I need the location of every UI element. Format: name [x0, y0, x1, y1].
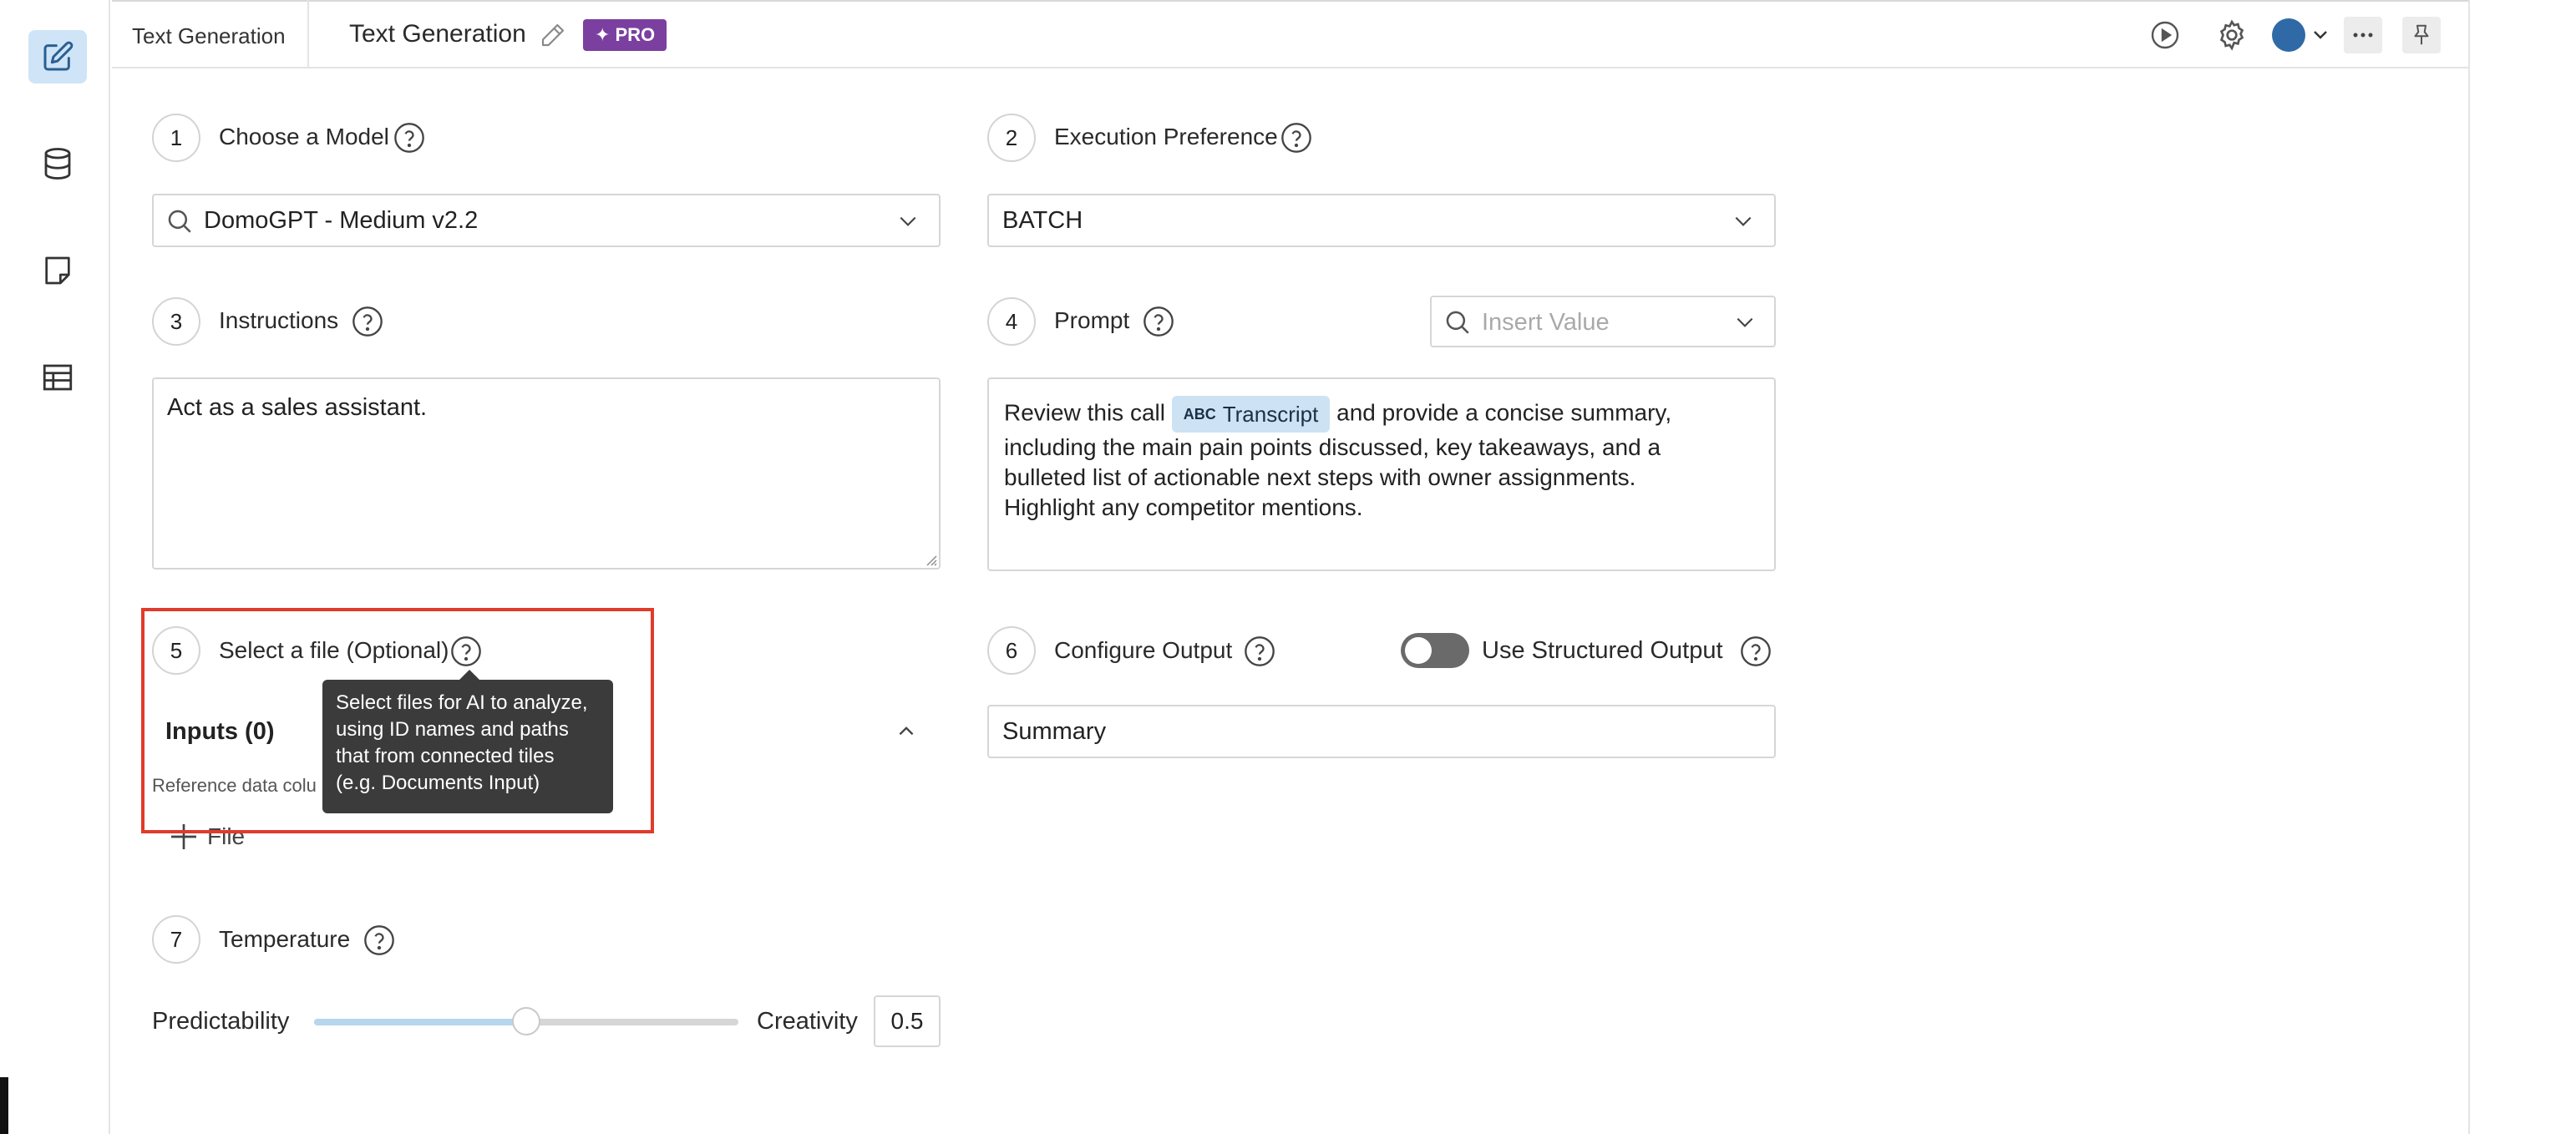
model-select-value: DomoGPT - Medium v2.2: [204, 207, 479, 234]
file-label: Select a file (Optional): [219, 637, 449, 663]
step-7-badge: 7: [152, 915, 200, 964]
prompt-line-1: Review this call ABC Transcript and provi…: [1004, 396, 1764, 433]
temperature-value-input[interactable]: 0.5: [874, 995, 941, 1047]
pin-button[interactable]: [2402, 17, 2441, 53]
toggle-knob: [1405, 637, 1432, 664]
tooltip-arrow: [459, 670, 479, 680]
prompt-line-2: including the main pain points discussed…: [1004, 434, 1661, 460]
insert-value-select[interactable]: Insert Value: [1430, 296, 1776, 347]
sidebar-item-notes[interactable]: [28, 244, 87, 297]
help-icon[interactable]: [363, 924, 396, 957]
prompt-textarea[interactable]: Review this call ABC Transcript and provi…: [987, 377, 1776, 571]
more-icon: [2353, 33, 2373, 38]
table-icon: [43, 364, 73, 391]
pencil-icon[interactable]: [540, 22, 566, 48]
help-icon[interactable]: [351, 305, 384, 338]
note-icon: [45, 256, 70, 285]
step-2-badge: 2: [987, 114, 1036, 162]
sparkle-icon: ✦: [595, 24, 611, 45]
chevron-down-icon: [1735, 216, 1752, 226]
reference-text: Reference data colu: [152, 775, 317, 796]
prompt-content: Review this call ABC Transcript and provi…: [1004, 396, 1764, 523]
step-4-badge: 4: [987, 297, 1036, 346]
creativity-label: Creativity: [757, 1008, 858, 1035]
plus-icon: [171, 824, 196, 849]
structured-output-label: Use Structured Output: [1482, 637, 1723, 664]
chevron-down-icon[interactable]: [2309, 25, 2332, 45]
file-tooltip: Select files for AI to analyze, using ID…: [322, 680, 613, 813]
step-6-badge: 6: [987, 626, 1036, 675]
help-icon[interactable]: [1739, 635, 1772, 668]
help-icon[interactable]: [1243, 635, 1276, 668]
temperature-slider-fill: [314, 1019, 526, 1025]
edit-icon: [43, 41, 74, 71]
page-title[interactable]: Text Generation: [349, 20, 526, 48]
sidebar-item-edit[interactable]: [28, 30, 87, 84]
inputs-title: Inputs (0): [165, 718, 275, 745]
step-1-badge: 1: [152, 114, 200, 162]
help-icon[interactable]: [393, 121, 426, 154]
tab-text-generation[interactable]: Text Generation: [132, 23, 286, 49]
instructions-label: Instructions: [219, 307, 339, 333]
execution-select[interactable]: BATCH: [987, 194, 1776, 247]
search-icon: [1446, 311, 1469, 334]
sidebar-item-data[interactable]: [28, 137, 87, 190]
resize-handle-icon[interactable]: [924, 553, 937, 566]
tab-divider: [307, 0, 309, 68]
prompt-line-4: Highlight any competitor mentions.: [1004, 494, 1363, 520]
instructions-text: Act as a sales assistant.: [167, 394, 428, 421]
prompt-line-3: bulleted list of actionable next steps w…: [1004, 464, 1636, 490]
model-label: Choose a Model: [219, 124, 389, 149]
step-5-badge: 5: [152, 626, 200, 675]
chevron-down-icon: [1737, 317, 1753, 327]
step-3-badge: 3: [152, 297, 200, 346]
abc-icon: ABC: [1183, 406, 1216, 423]
play-icon[interactable]: [2150, 20, 2180, 50]
gear-icon[interactable]: [2215, 18, 2249, 52]
predictability-label: Predictability: [152, 1008, 290, 1035]
chevron-down-icon: [900, 216, 916, 226]
execution-label: Execution Preference: [1054, 124, 1278, 149]
window-edge: [0, 1077, 8, 1134]
transcript-chip[interactable]: ABC Transcript: [1171, 396, 1331, 433]
database-icon: [44, 148, 71, 180]
sidebar-item-tables[interactable]: [28, 351, 87, 404]
insert-value-placeholder: Insert Value: [1482, 309, 1610, 336]
add-file-button[interactable]: File: [167, 820, 245, 853]
output-label: Configure Output: [1054, 637, 1233, 663]
output-name-input[interactable]: Summary: [987, 705, 1776, 758]
chevron-up-icon[interactable]: [894, 720, 919, 742]
search-icon: [168, 210, 191, 233]
prompt-label: Prompt: [1054, 307, 1130, 333]
avatar[interactable]: [2272, 18, 2305, 52]
instructions-textarea[interactable]: Act as a sales assistant.: [152, 377, 941, 570]
output-name-value: Summary: [1002, 718, 1107, 745]
help-icon[interactable]: [449, 635, 483, 668]
content-right-border: [2468, 0, 2470, 1134]
help-icon[interactable]: [1142, 305, 1175, 338]
top-divider: [112, 0, 2468, 2]
more-button[interactable]: [2344, 17, 2382, 53]
model-select[interactable]: DomoGPT - Medium v2.2: [152, 194, 941, 247]
execution-select-value: BATCH: [1002, 207, 1083, 234]
temperature-label: Temperature: [219, 926, 351, 952]
pro-badge: ✦ PRO: [583, 19, 667, 51]
help-icon[interactable]: [1280, 121, 1313, 154]
pin-icon: [2414, 24, 2429, 45]
temperature-slider-thumb[interactable]: [512, 1007, 540, 1035]
